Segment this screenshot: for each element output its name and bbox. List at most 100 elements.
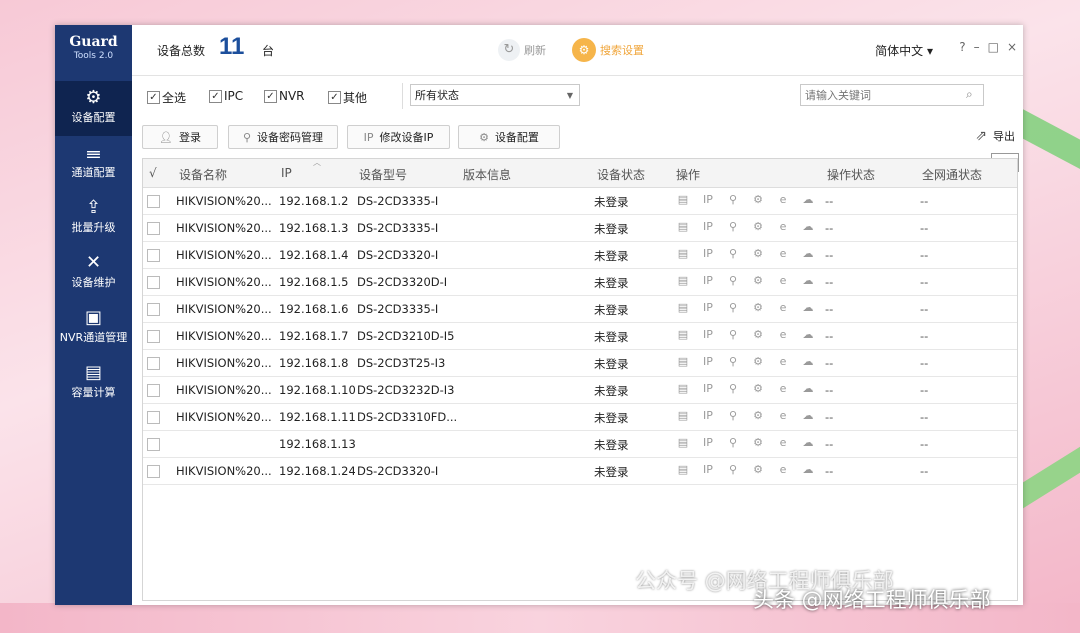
ip-icon[interactable]: IP xyxy=(700,409,716,422)
ip-icon[interactable]: IP xyxy=(700,436,716,449)
filter-checkbox-2[interactable]: ✓ NVR xyxy=(264,89,305,103)
cloud-icon[interactable]: ☁ xyxy=(800,328,816,341)
header-model[interactable]: 设备型号 xyxy=(359,166,407,183)
search-settings-button[interactable]: ⚙ 搜索设置 xyxy=(572,37,644,63)
cloud-icon[interactable]: ☁ xyxy=(800,463,816,476)
header-net-state[interactable]: 全网通状态 xyxy=(922,166,982,183)
table-row[interactable]: HIKVISION%20... 192.168.1.10 DS-2CD3232D-I… xyxy=(143,377,1017,404)
document-icon[interactable]: ▤ xyxy=(675,382,691,395)
table-row[interactable]: 192.168.1.13 未登录 -- -- ▤ IP ⚲ ⚙ e ☁ xyxy=(143,431,1017,458)
search-icon[interactable]: ⌕ xyxy=(966,87,973,102)
ip-icon[interactable]: IP xyxy=(700,193,716,206)
row-checkbox[interactable] xyxy=(147,438,160,451)
language-select[interactable]: 简体中文 ▾ xyxy=(875,42,933,59)
settings-icon[interactable]: ⚙ xyxy=(750,436,766,449)
filter-checkbox-1[interactable]: ✓ IPC xyxy=(209,89,243,103)
browser-icon[interactable]: e xyxy=(775,382,791,395)
browser-icon[interactable]: e xyxy=(775,436,791,449)
login-button[interactable]: 👤︎ 登录 xyxy=(142,125,218,149)
cloud-icon[interactable]: ☁ xyxy=(800,247,816,260)
browser-icon[interactable]: e xyxy=(775,220,791,233)
cloud-icon[interactable]: ☁ xyxy=(800,409,816,422)
settings-icon[interactable]: ⚙ xyxy=(750,409,766,422)
row-checkbox[interactable] xyxy=(147,465,160,478)
key-icon[interactable]: ⚲ xyxy=(725,193,741,206)
key-icon[interactable]: ⚲ xyxy=(725,463,741,476)
browser-icon[interactable]: e xyxy=(775,409,791,422)
table-row[interactable]: HIKVISION%20... 192.168.1.11 DS-2CD3310FD.… xyxy=(143,404,1017,431)
header-op-state[interactable]: 操作状态 xyxy=(827,166,875,183)
document-icon[interactable]: ▤ xyxy=(675,247,691,260)
browser-icon[interactable]: e xyxy=(775,274,791,287)
row-checkbox[interactable] xyxy=(147,357,160,370)
sidebar-item-1[interactable]: 𝍢 通道配置 xyxy=(55,136,132,191)
cloud-icon[interactable]: ☁ xyxy=(800,382,816,395)
filter-checkbox-0[interactable]: ✓ 全选 xyxy=(147,89,186,106)
maximize-icon[interactable]: □ xyxy=(988,40,999,54)
row-checkbox[interactable] xyxy=(147,411,160,424)
table-row[interactable]: HIKVISION%20... 192.168.1.2 DS-2CD3335-I 未登… xyxy=(143,188,1017,215)
sidebar-item-0[interactable]: ⚙ 设备配置 xyxy=(55,81,132,136)
cloud-icon[interactable]: ☁ xyxy=(800,220,816,233)
browser-icon[interactable]: e xyxy=(775,193,791,206)
ip-icon[interactable]: IP xyxy=(700,355,716,368)
header-status[interactable]: 设备状态 xyxy=(597,166,645,183)
settings-icon[interactable]: ⚙ xyxy=(750,355,766,368)
settings-icon[interactable]: ⚙ xyxy=(750,301,766,314)
browser-icon[interactable]: e xyxy=(775,328,791,341)
table-row[interactable]: HIKVISION%20... 192.168.1.5 DS-2CD3320D-I 未… xyxy=(143,269,1017,296)
key-icon[interactable]: ⚲ xyxy=(725,301,741,314)
key-icon[interactable]: ⚲ xyxy=(725,382,741,395)
export-button[interactable]: ⇗ 导出 xyxy=(975,128,1015,144)
close-icon[interactable]: × xyxy=(1007,40,1017,54)
key-icon[interactable]: ⚲ xyxy=(725,328,741,341)
key-icon[interactable]: ⚲ xyxy=(725,355,741,368)
settings-icon[interactable]: ⚙ xyxy=(750,220,766,233)
ip-icon[interactable]: IP xyxy=(700,301,716,314)
ip-icon[interactable]: IP xyxy=(700,220,716,233)
row-checkbox[interactable] xyxy=(147,222,160,235)
settings-icon[interactable]: ⚙ xyxy=(750,274,766,287)
sidebar-item-5[interactable]: ▤ 容量计算 xyxy=(55,356,132,411)
document-icon[interactable]: ▤ xyxy=(675,409,691,422)
sidebar-item-4[interactable]: ▣ NVR通道管理 xyxy=(55,301,132,356)
row-checkbox[interactable] xyxy=(147,195,160,208)
row-checkbox[interactable] xyxy=(147,276,160,289)
filter-checkbox-3[interactable]: ✓ 其他 xyxy=(328,89,367,106)
key-icon[interactable]: ⚲ xyxy=(725,436,741,449)
document-icon[interactable]: ▤ xyxy=(675,328,691,341)
header-name[interactable]: 设备名称 xyxy=(179,166,227,183)
cloud-icon[interactable]: ☁ xyxy=(800,274,816,287)
browser-icon[interactable]: e xyxy=(775,247,791,260)
document-icon[interactable]: ▤ xyxy=(675,220,691,233)
key-icon[interactable]: ⚲ xyxy=(725,409,741,422)
document-icon[interactable]: ▤ xyxy=(675,301,691,314)
cloud-icon[interactable]: ☁ xyxy=(800,301,816,314)
ip-icon[interactable]: IP xyxy=(700,274,716,287)
help-icon[interactable]: ? xyxy=(959,40,965,54)
key-icon[interactable]: ⚲ xyxy=(725,274,741,287)
settings-icon[interactable]: ⚙ xyxy=(750,328,766,341)
table-row[interactable]: HIKVISION%20... 192.168.1.4 DS-2CD3320-I 未登… xyxy=(143,242,1017,269)
document-icon[interactable]: ▤ xyxy=(675,193,691,206)
document-icon[interactable]: ▤ xyxy=(675,274,691,287)
document-icon[interactable]: ▤ xyxy=(675,436,691,449)
ip-icon[interactable]: IP xyxy=(700,328,716,341)
search-input[interactable] xyxy=(800,84,984,106)
minimize-icon[interactable]: – xyxy=(974,40,980,54)
key-icon[interactable]: ⚲ xyxy=(725,247,741,260)
settings-icon[interactable]: ⚙ xyxy=(750,382,766,395)
password-management-button[interactable]: ⚲ 设备密码管理 xyxy=(228,125,338,149)
browser-icon[interactable]: e xyxy=(775,463,791,476)
document-icon[interactable]: ▤ xyxy=(675,463,691,476)
header-version[interactable]: 版本信息 xyxy=(463,166,511,183)
ip-icon[interactable]: IP xyxy=(700,382,716,395)
sidebar-item-2[interactable]: ⇪ 批量升级 xyxy=(55,191,132,246)
row-checkbox[interactable] xyxy=(147,303,160,316)
row-checkbox[interactable] xyxy=(147,249,160,262)
sidebar-item-3[interactable]: ✕ 设备维护 xyxy=(55,246,132,301)
browser-icon[interactable]: e xyxy=(775,355,791,368)
settings-icon[interactable]: ⚙ xyxy=(750,247,766,260)
cloud-icon[interactable]: ☁ xyxy=(800,355,816,368)
table-row[interactable]: HIKVISION%20... 192.168.1.24 DS-2CD3320-I 未… xyxy=(143,458,1017,485)
